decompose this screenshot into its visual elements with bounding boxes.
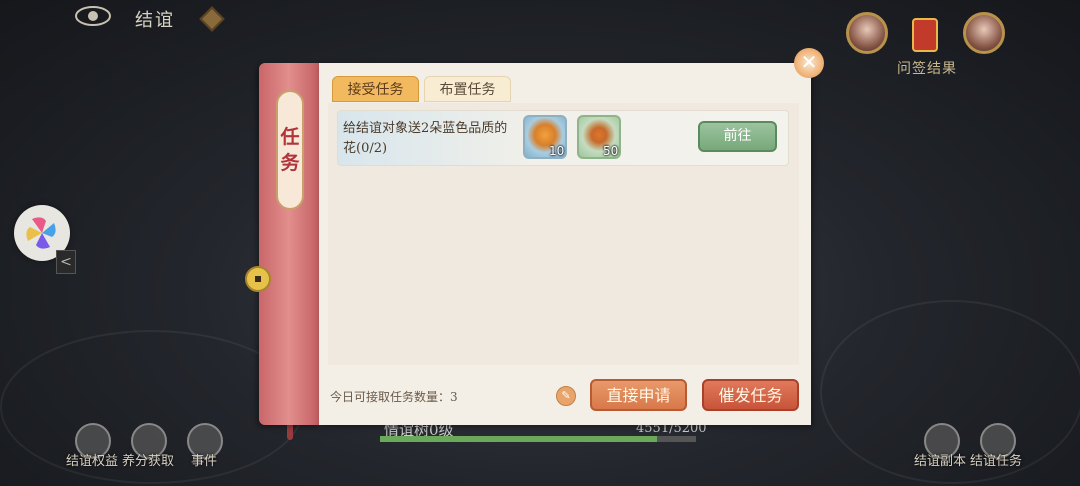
collapse-arrow-icon[interactable]: < — [56, 250, 76, 274]
edit-icon[interactable]: ✎ — [556, 386, 576, 406]
tab-accept-task[interactable]: 接受任务 — [332, 76, 419, 102]
page-title: 结谊 — [135, 10, 175, 31]
tab-assign-task[interactable]: 布置任务 — [424, 76, 511, 102]
avatar-right[interactable] — [963, 12, 1005, 54]
publish-task-button[interactable]: 催发任务 — [702, 379, 799, 411]
wenqian-result-label[interactable]: 问签结果 — [897, 58, 957, 78]
avatar-left[interactable] — [846, 12, 888, 54]
bottom-item-label[interactable]: 结谊任务 — [970, 450, 1022, 469]
close-icon[interactable]: ✕ — [794, 48, 824, 78]
bottom-item-label[interactable]: 事件 — [191, 450, 217, 469]
task-description: 给结谊对象送2朵蓝色品质的花(0/2) — [343, 121, 508, 156]
xp-bar-fill — [380, 436, 657, 442]
bottom-item-label[interactable]: 结谊权益 — [66, 450, 118, 469]
diamond-icon[interactable] — [199, 6, 225, 32]
daily-quota-text: 今日可接取任务数量：3 — [330, 390, 458, 404]
xp-bar — [380, 436, 696, 442]
reward-count: 10 — [549, 144, 565, 158]
coin-ornament-icon — [245, 266, 271, 292]
eye-icon[interactable] — [74, 4, 112, 28]
reward-count: 50 — [603, 144, 619, 158]
go-button[interactable]: 前往 — [698, 121, 777, 152]
bottom-item-label[interactable]: 结谊副本 — [914, 450, 966, 469]
bottom-item-label[interactable]: 养分获取 — [122, 450, 174, 469]
spine-title: 任务 — [276, 90, 304, 210]
apply-button[interactable]: 直接申请 — [590, 379, 687, 411]
lottery-token-icon[interactable] — [912, 18, 938, 52]
